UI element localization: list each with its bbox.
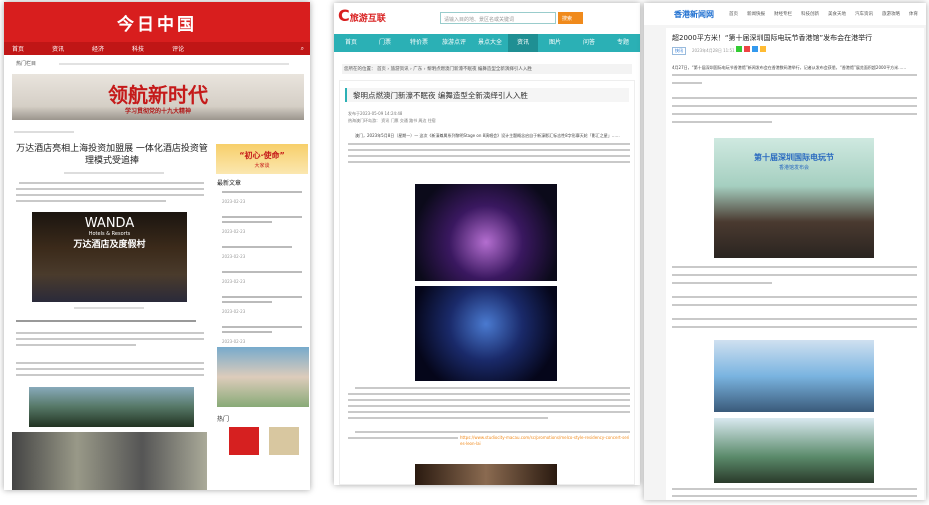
breadcrumb: 您所在的位置： 首页 › 旅游资讯 › 广东 › 黎明点燃澳门新濠不眠夜 编舞造… <box>342 64 632 74</box>
latest-list: 2023-02-23 2023-02-23 2023-02-23 2023-02… <box>217 188 309 353</box>
nav-item[interactable]: 首页 <box>12 44 24 53</box>
nav-item[interactable]: 旅游攻略 <box>882 11 900 17</box>
nav-item[interactable]: 新闻快报 <box>747 11 765 17</box>
header: 今日中国 首页 资讯 经济 科技 评论 ⌕ <box>4 2 310 55</box>
search-icon[interactable]: ⌕ <box>301 45 304 53</box>
event-photo: 第十届深圳国际电玩节 香港馆发布会 <box>714 138 874 258</box>
weibo-share-icon[interactable] <box>744 46 750 52</box>
latest-heading: 最新文章 <box>217 180 242 187</box>
site-logo[interactable]: C旅游互联 <box>338 6 386 25</box>
sidebar-image[interactable] <box>217 347 309 407</box>
tag-badge[interactable]: 快讯 <box>672 47 686 55</box>
nav-item[interactable]: 美食天地 <box>828 11 846 17</box>
article: 超2000平方米！“第十届深圳国际电玩节香港馆”发布会在港举行 快讯 2023年… <box>666 28 924 500</box>
nav-item[interactable]: 特价票 <box>402 34 436 52</box>
nav-item[interactable]: 问答 <box>572 34 606 52</box>
paragraph: 4月27日，“第十届深圳国际电玩节香港馆”新闻发布会在香港数码港举行，记者从发布… <box>672 65 907 70</box>
share-icons <box>736 46 766 52</box>
search-button[interactable]: 搜索 <box>558 12 583 24</box>
article-title: 黎明点燃澳门新濠不眠夜 编舞造型全新演绎引人入胜 <box>345 88 629 102</box>
event-photo <box>714 418 874 483</box>
nav-item[interactable]: 景点大全 <box>472 34 508 52</box>
nav-item[interactable]: 门票 <box>368 34 402 52</box>
promo-link[interactable]: https://www.studiocity-macau.com/sc/prom… <box>460 435 630 447</box>
main-nav: 首页 资讯 经济 科技 评论 ⌕ <box>4 42 310 55</box>
nav-item[interactable]: 专题 <box>606 34 640 52</box>
nav-item[interactable]: 经济 <box>92 44 104 53</box>
nav-item-active[interactable]: 资讯 <box>508 34 538 52</box>
lead-paragraph: 澳门，2023年5月8日（星期一）— 这次《新濠尊属系列黎明Stage on 8… <box>355 133 620 138</box>
news-page-left: 今日中国 首页 资讯 经济 科技 评论 ⌕ 热门栏目 领航新时代 学习贯彻党的十… <box>4 2 310 490</box>
wechat-share-icon[interactable] <box>736 46 742 52</box>
site-logo[interactable]: 今日中国 <box>4 10 310 35</box>
banner[interactable]: 领航新时代 学习贯彻党的十九大精神 <box>12 74 304 120</box>
header: 香港新闻网 首页 新闻快报 财经专栏 科技创新 美食天地 汽车资讯 旅游攻略 体… <box>644 3 926 25</box>
concert-image <box>415 464 557 485</box>
promo-box[interactable]: “初心·使命” 大家谈 <box>216 144 308 174</box>
event-photo <box>714 340 874 412</box>
nav-item[interactable]: 体育 <box>909 11 918 17</box>
nav-item[interactable]: 资讯 <box>52 44 64 53</box>
tags: 热海澳门环岛游： 资讯 门票 交通 路书 周边 住宿 <box>348 118 436 123</box>
banner-title: 领航新时代 <box>108 83 208 107</box>
nav-item[interactable]: 图片 <box>538 34 572 52</box>
banner-subtitle: 学习贯彻党的十九大精神 <box>124 108 191 115</box>
hot-image[interactable] <box>269 427 299 455</box>
hot-heading: 热门 <box>217 416 230 423</box>
publish-date: 2023年4月28日 11:51 <box>692 48 735 53</box>
article-title: 超2000平方米！“第十届深圳国际电玩节香港馆”发布会在港举行 <box>672 34 873 42</box>
search-input[interactable]: 请输入目的地、景区名或关键词 <box>440 12 556 24</box>
nav-item[interactable]: 科技创新 <box>801 11 819 17</box>
article-image: WANDA Hotels & Resorts 万达酒店及度假村 <box>32 212 187 302</box>
article-image <box>29 387 194 427</box>
news-page-middle: C旅游互联 请输入目的地、景区名或关键词 搜索 首页 门票 特价票 旅游点评 景… <box>334 3 640 485</box>
article: 黎明点燃澳门新濠不眠夜 编舞造型全新演绎引人入胜 发布于2023-05-09 1… <box>339 80 635 485</box>
article-image <box>12 432 207 490</box>
concert-image <box>415 286 557 381</box>
publish-date: 发布于2023-05-09 14:24:48 <box>348 111 403 116</box>
site-logo[interactable]: 香港新闻网 <box>674 9 714 20</box>
subnav-label[interactable]: 热门栏目 <box>16 60 36 67</box>
nav-item[interactable]: 财经专栏 <box>774 11 792 17</box>
qzone-share-icon[interactable] <box>760 46 766 52</box>
nav-item[interactable]: 汽车资讯 <box>855 11 873 17</box>
nav-item[interactable]: 首页 <box>729 11 738 17</box>
concert-image <box>415 184 557 281</box>
main-nav: 首页 门票 特价票 旅游点评 景点大全 资讯 图片 问答 专题 <box>334 34 640 52</box>
nav-item[interactable]: 首页 <box>334 34 368 52</box>
hot-image[interactable] <box>229 427 259 455</box>
nav-item[interactable]: 评论 <box>172 44 184 53</box>
nav-item[interactable]: 旅游点评 <box>436 34 472 52</box>
nav-item[interactable]: 科技 <box>132 44 144 53</box>
qq-share-icon[interactable] <box>752 46 758 52</box>
article-title: 万达酒店亮相上海投资加盟展 一体化酒店投资管理模式受追捧 <box>16 144 208 166</box>
news-page-right: 香港新闻网 首页 新闻快报 财经专栏 科技创新 美食天地 汽车资讯 旅游攻略 体… <box>644 3 926 500</box>
